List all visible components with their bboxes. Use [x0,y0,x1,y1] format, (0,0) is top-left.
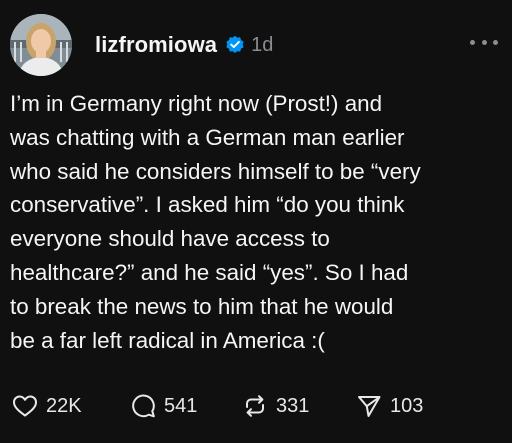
share-count: 103 [390,394,424,417]
post-text: I’m in Germany right now (Prost!) and wa… [10,91,421,353]
repost-button[interactable]: 331 [242,388,356,424]
heart-icon [13,395,37,417]
reply-count: 541 [164,394,198,417]
repost-count: 331 [276,394,310,417]
post-actions: 22K 541 331 103 [12,388,423,424]
like-button[interactable]: 22K [12,388,130,424]
post-header: lizfromiowa 1d [95,30,273,60]
post-timestamp: 1d [251,33,274,56]
dot [470,39,475,45]
dot [493,39,498,45]
share-button[interactable]: 103 [356,388,423,424]
avatar[interactable] [10,14,72,76]
reply-button[interactable]: 541 [130,388,242,424]
send-icon [358,396,381,417]
repost-icon [246,395,264,417]
dot [481,39,487,45]
more-options-icon[interactable] [470,34,498,50]
thread-post: lizfromiowa 1d I’m in Germany right now … [0,0,512,443]
verified-badge-icon [225,35,245,55]
username[interactable]: lizfromiowa [95,32,217,58]
like-count: 22K [46,394,82,417]
comment-icon [132,394,155,418]
avatar-photo [10,14,72,76]
